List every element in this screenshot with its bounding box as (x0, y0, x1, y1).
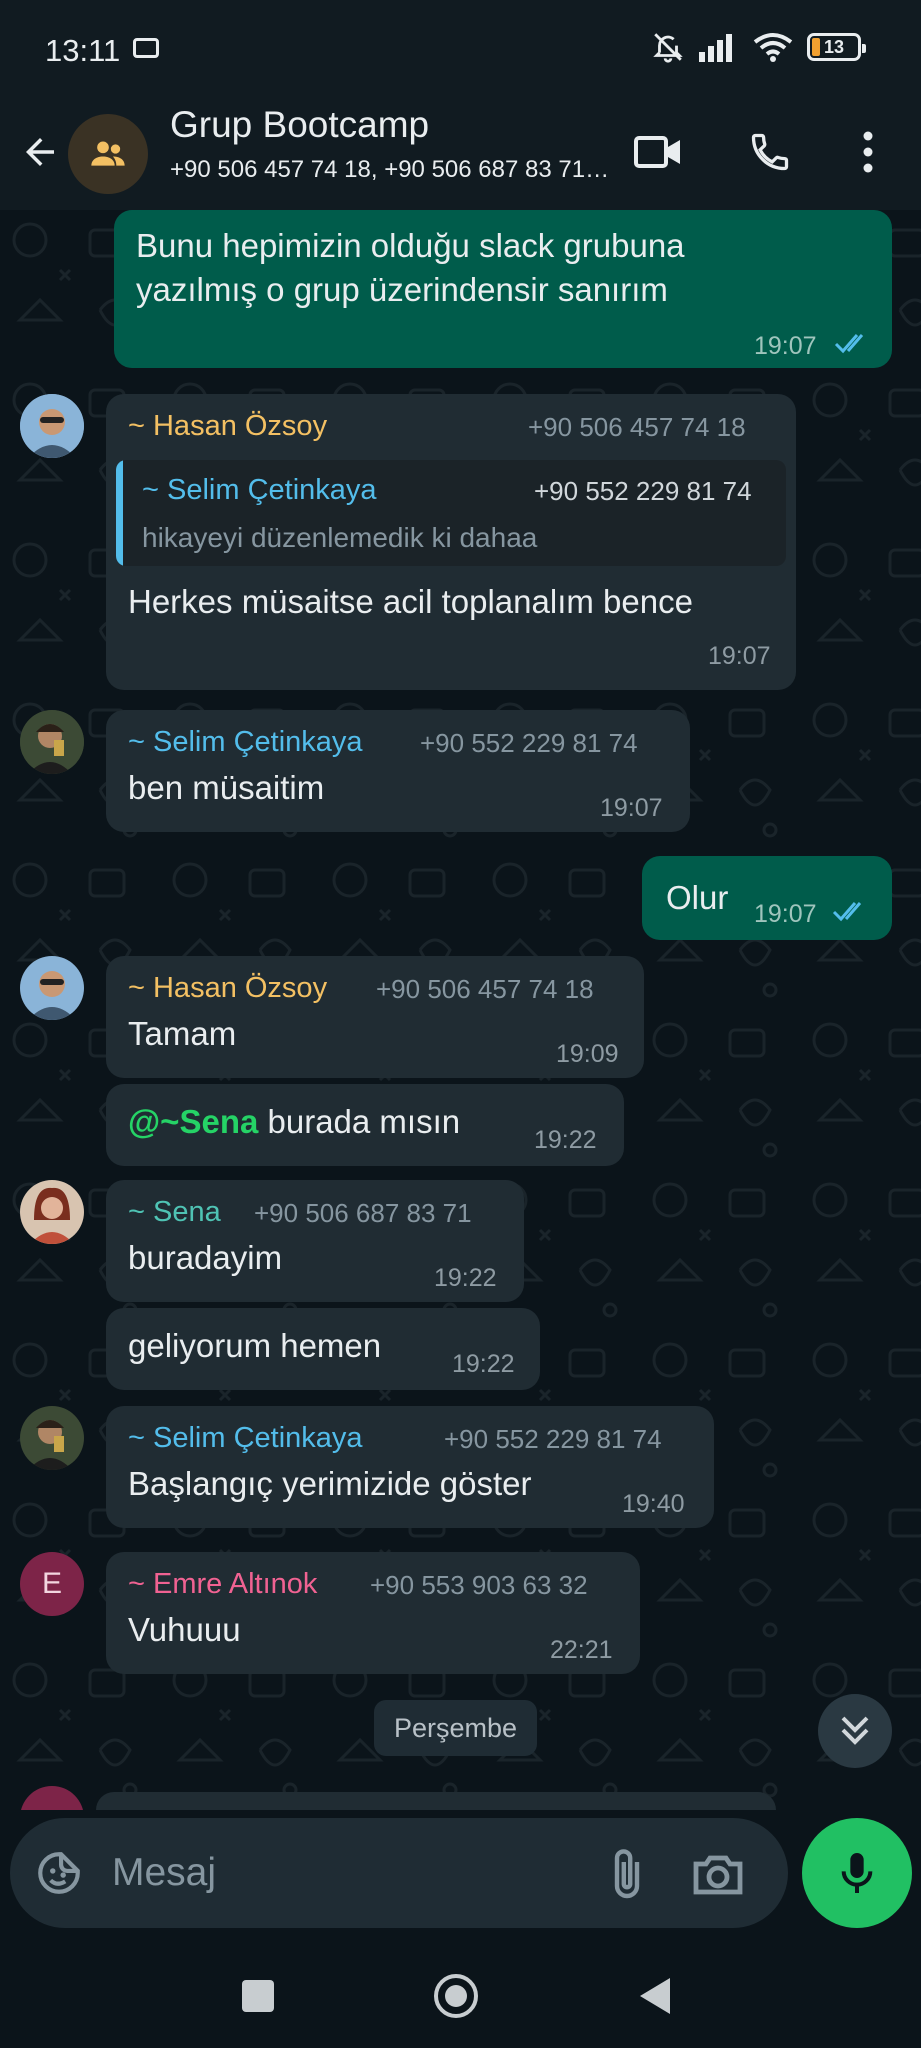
quoted-message[interactable]: ~ Selim Çetinkaya +90 552 229 81 74 hika… (116, 460, 786, 566)
back-arrow-icon[interactable] (14, 122, 66, 182)
message-time: 19:22 (434, 1264, 497, 1292)
group-avatar[interactable] (68, 114, 148, 194)
chat-participants[interactable]: +90 506 457 74 18, +90 506 687 83 71, +9… (170, 156, 610, 184)
message-text: Olur (666, 879, 729, 916)
scroll-to-bottom-button[interactable] (818, 1694, 892, 1768)
sender-name[interactable]: ~ Selim Çetinkaya (128, 1422, 363, 1455)
sender-name[interactable]: ~ Emre Altınok (128, 1568, 317, 1601)
square-icon (242, 1980, 274, 2012)
attach-icon[interactable] (602, 1846, 652, 1902)
read-ticks-icon (832, 902, 862, 922)
incoming-message[interactable]: @~Sena burada mısın 19:22 (106, 1084, 624, 1166)
voice-record-button[interactable] (802, 1818, 912, 1928)
mention-link[interactable]: @~Sena (128, 1103, 258, 1140)
battery-icon: 13 (807, 33, 866, 61)
avatar-letter: E (41, 1567, 62, 1600)
read-ticks-icon (834, 334, 864, 354)
message-text: buradayim (128, 1239, 283, 1276)
message-time: 19:22 (452, 1350, 515, 1378)
mic-icon (841, 1853, 873, 1893)
incoming-message[interactable]: ~ Emre Altınok +90 553 903 63 32 Vuhuuu … (106, 1552, 640, 1674)
incoming-message[interactable]: ~ Hasan Özsoy +90 506 457 74 18 Tamam 19… (106, 956, 644, 1078)
message-time: 19:07 (708, 642, 771, 670)
quote-bar (116, 460, 123, 566)
message-text-line-1: Bunu hepimizin olduğu slack grubuna (136, 227, 685, 264)
sender-phone: +90 552 229 81 74 (420, 728, 638, 758)
recents-button[interactable] (228, 1966, 288, 2026)
date-divider: Perşembe (374, 1700, 538, 1756)
avatar-selim[interactable] (20, 1406, 84, 1470)
more-vert-icon[interactable] (838, 122, 898, 182)
video-call-icon[interactable] (628, 122, 688, 182)
sender-name[interactable]: ~ Sena (128, 1196, 221, 1229)
quote-phone: +90 552 229 81 74 (534, 476, 752, 506)
avatar-emre[interactable]: E (20, 1552, 84, 1616)
back-button[interactable] (626, 1966, 686, 2026)
sender-phone: +90 506 687 83 71 (254, 1198, 472, 1228)
mute-bell-icon (651, 30, 685, 64)
chat-area[interactable]: Bunu hepimizin olduğu slack grubuna yazı… (0, 210, 921, 1810)
outgoing-message[interactable]: Bunu hepimizin olduğu slack grubuna yazı… (114, 210, 892, 368)
avatar-selim[interactable] (20, 710, 84, 774)
message-time: 19:40 (622, 1490, 685, 1518)
quote-text: hikayeyi düzenlemedik ki dahaa (142, 522, 538, 553)
sticker-icon[interactable] (34, 1848, 84, 1898)
incoming-message[interactable]: ~ Sena +90 506 687 83 71 buradayim 19:22 (106, 1180, 524, 1302)
incoming-message[interactable]: geliyorum hemen 19:22 (106, 1308, 540, 1390)
status-time: 13:11 (45, 33, 121, 68)
sender-phone: +90 506 457 74 18 (376, 974, 594, 1004)
message-text-rest: burada mısın (258, 1103, 461, 1140)
home-button[interactable] (426, 1966, 486, 2026)
gallery-notification-icon (133, 38, 159, 58)
message-text: geliyorum hemen (128, 1327, 382, 1364)
message-text: Başlangıç yerimizide göster (128, 1465, 532, 1502)
battery-level: 13 (823, 36, 845, 57)
message-text: @~Sena burada mısın (128, 1100, 460, 1143)
wifi-icon (753, 32, 793, 62)
avatar-hasan[interactable] (20, 394, 84, 458)
sender-name[interactable]: ~ Selim Çetinkaya (128, 726, 363, 759)
message-text: Vuhuuu (128, 1611, 241, 1648)
double-chevron-down-icon (841, 1716, 869, 1745)
outgoing-message[interactable]: Olur 19:07 (642, 856, 892, 940)
message-input[interactable] (112, 1848, 532, 1898)
incoming-message[interactable]: ~ Selim Çetinkaya +90 552 229 81 74 Başl… (106, 1406, 714, 1528)
incoming-message[interactable]: ~ Selim Çetinkaya +90 552 229 81 74 ben … (106, 710, 690, 832)
sender-name[interactable]: ~ Hasan Özsoy (128, 972, 327, 1005)
chat-title[interactable]: Grup Bootcamp (170, 104, 429, 146)
message-time: 19:07 (754, 900, 817, 928)
home-circle-icon (434, 1974, 478, 2018)
signal-icon (699, 32, 739, 62)
message-composer (10, 1818, 788, 1928)
message-time: 22:21 (550, 1636, 613, 1664)
sender-phone: +90 506 457 74 18 (528, 412, 746, 442)
message-time: 19:07 (600, 794, 663, 822)
sender-phone: +90 552 229 81 74 (444, 1424, 662, 1454)
avatar-hasan[interactable] (20, 956, 84, 1020)
sender-phone: +90 553 903 63 32 (370, 1570, 588, 1600)
back-triangle-icon (640, 1978, 670, 2014)
message-text: Tamam (128, 1015, 237, 1052)
message-time: 19:07 (754, 332, 817, 360)
avatar-sena[interactable] (20, 1180, 84, 1244)
quote-sender: ~ Selim Çetinkaya (142, 474, 377, 506)
sender-name[interactable]: ~ Hasan Özsoy (128, 410, 327, 443)
message-time: 19:22 (534, 1126, 597, 1154)
incoming-message[interactable]: ~ Hasan Özsoy +90 506 457 74 18 ~ Selim … (106, 394, 796, 690)
message-text: Herkes müsaitse acil toplanalım bence (128, 583, 693, 620)
camera-icon[interactable] (690, 1848, 746, 1900)
chat-header: Grup Bootcamp +90 506 457 74 18, +90 506… (0, 100, 921, 210)
message-text: ben müsaitim (128, 769, 325, 806)
status-bar: 13:11 13 (0, 0, 921, 100)
group-icon (91, 141, 125, 166)
phone-icon[interactable] (740, 122, 800, 182)
message-time: 19:09 (556, 1040, 619, 1068)
incoming-message-partial (96, 1792, 776, 1810)
system-nav-bar (0, 1940, 921, 2048)
message-text-line-2: yazılmış o grup üzerindensir sanırım (136, 271, 668, 308)
